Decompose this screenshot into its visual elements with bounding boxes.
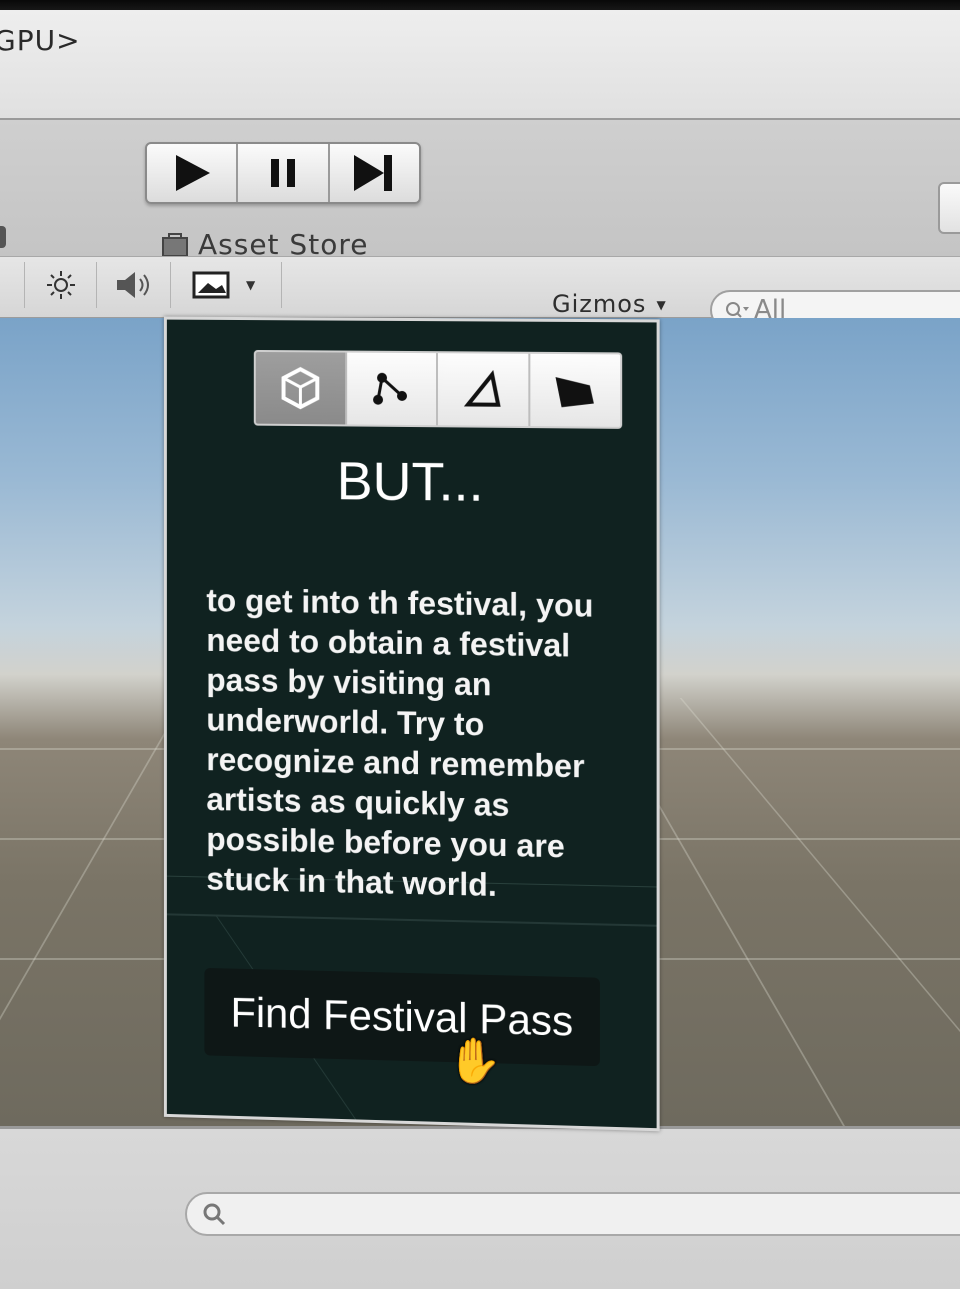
pause-icon	[270, 159, 295, 187]
dialog-tabbar	[253, 349, 623, 429]
window-title: GPU>	[0, 24, 81, 57]
sun-icon	[47, 271, 75, 299]
gizmos-label: Gizmos	[552, 290, 647, 318]
audio-toggle[interactable]	[98, 262, 171, 308]
project-search-input[interactable]	[185, 1192, 960, 1236]
pause-button[interactable]	[238, 144, 330, 202]
shopping-bag-icon	[162, 233, 188, 257]
dialog-divider	[166, 913, 657, 927]
tab-cube[interactable]	[255, 351, 347, 425]
triangle-icon	[460, 366, 506, 412]
step-button[interactable]	[330, 144, 419, 202]
play-controls	[145, 142, 421, 204]
lighting-toggle[interactable]	[26, 262, 97, 308]
step-icon	[354, 155, 393, 191]
find-festival-pass-label: Find Festival Pass	[230, 988, 574, 1045]
window-title-bar: GPU>	[0, 10, 960, 120]
hand-cursor-icon: ✋	[447, 1034, 502, 1088]
shape-icon	[555, 377, 595, 408]
cube-icon	[277, 365, 323, 411]
effects-dropdown[interactable]: ▼	[172, 262, 282, 308]
tab-triangle[interactable]	[438, 353, 530, 427]
toolbar-left-stub	[0, 226, 6, 248]
image-icon	[192, 271, 230, 299]
layers-button[interactable]	[938, 182, 960, 234]
main-toolbar	[0, 118, 960, 260]
tab-shape[interactable]	[529, 353, 621, 427]
scene-toolbar-left-cell	[0, 262, 25, 308]
speaker-icon	[117, 272, 149, 298]
play-button[interactable]	[147, 144, 239, 202]
grid-line	[0, 698, 187, 1128]
chevron-down-icon: ▼	[246, 278, 256, 292]
gizmos-menu[interactable]: Gizmos ▼	[552, 290, 667, 318]
find-festival-pass-button[interactable]: Find Festival Pass	[204, 967, 600, 1067]
tab-nodes[interactable]	[346, 352, 439, 426]
play-icon	[175, 155, 210, 191]
dialog-body: to get into th festival, you need to obt…	[206, 582, 594, 903]
search-icon	[203, 1203, 226, 1226]
festival-dialog: BUT... to get into th festival, you need…	[163, 316, 660, 1132]
dialog-title: BUT...	[336, 451, 484, 513]
nodes-icon	[373, 373, 408, 406]
gizmos-caret-icon: ▼	[656, 298, 667, 312]
